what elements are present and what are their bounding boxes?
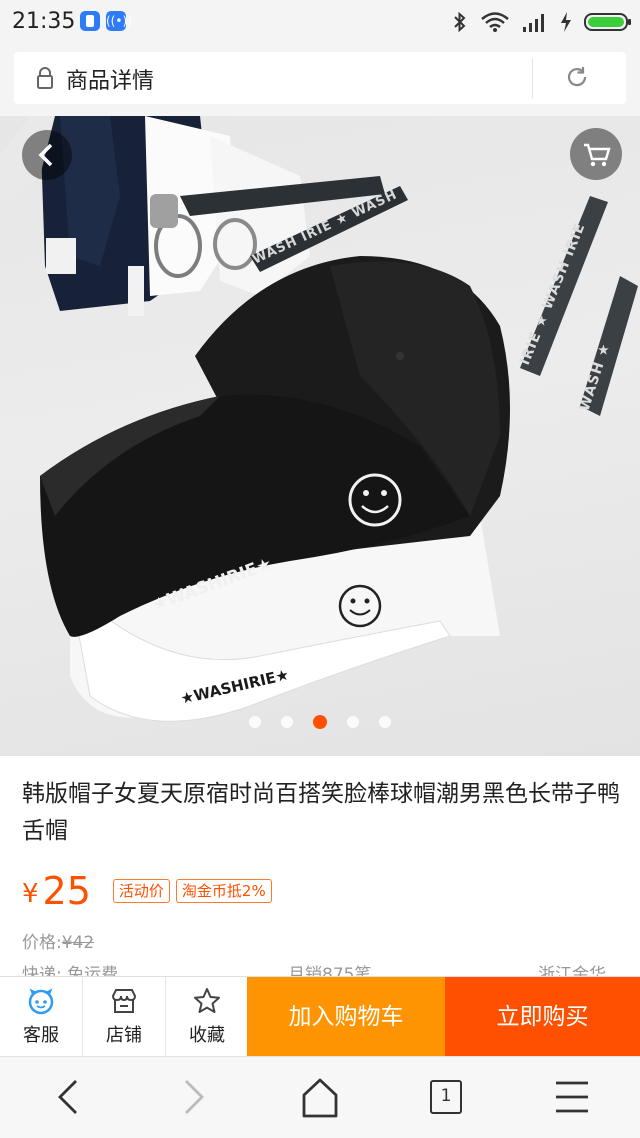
- back-button[interactable]: [22, 130, 72, 180]
- browser-nav-bar: 1: [0, 1056, 640, 1138]
- star-icon: [194, 988, 220, 1013]
- cell-signal-icon: [523, 14, 544, 32]
- promo-tag: 活动价: [112, 879, 170, 903]
- product-image-carousel[interactable]: WASH IRIE ★ WASH IRIE ★ WASH IRIE WASH ★…: [0, 116, 640, 756]
- carousel-dot[interactable]: [379, 716, 391, 728]
- cart-button[interactable]: [570, 128, 622, 180]
- app-icon: [80, 11, 100, 31]
- currency-symbol: ¥: [22, 879, 39, 909]
- address-bar: 商品详情: [0, 44, 640, 116]
- shop-icon: [111, 989, 137, 1013]
- forward-icon[interactable]: [178, 1077, 210, 1117]
- back-icon: [38, 143, 53, 167]
- wifi-icon: [481, 12, 509, 32]
- tabs-button[interactable]: 1: [430, 1080, 462, 1114]
- buy-now-button[interactable]: 立即购买: [445, 977, 640, 1057]
- carousel-indicator: [0, 712, 640, 732]
- divider: [532, 58, 533, 98]
- carousel-dot[interactable]: [347, 716, 359, 728]
- coin-tag: 淘金币抵2%: [175, 879, 272, 903]
- carousel-dot[interactable]: [249, 716, 261, 728]
- status-bar: 21:35 ((•)): [0, 0, 640, 44]
- original-price-value: ¥42: [61, 933, 95, 953]
- status-time: 21:35: [12, 9, 76, 34]
- product-photo: WASH IRIE ★ WASH IRIE ★ WASH IRIE WASH ★…: [0, 116, 638, 722]
- url-field[interactable]: 商品详情: [14, 52, 626, 104]
- carousel-dot[interactable]: [281, 716, 293, 728]
- action-bar: 客服 店铺 收藏 加入购物车 立即购买: [0, 976, 640, 1057]
- home-icon[interactable]: [300, 1077, 340, 1119]
- service-icon: [28, 988, 54, 1015]
- add-to-cart-button[interactable]: 加入购物车: [247, 977, 445, 1057]
- cart-icon: [584, 143, 611, 167]
- lock-icon: [37, 67, 53, 89]
- menu-icon[interactable]: [554, 1077, 590, 1117]
- carousel-dot-active[interactable]: [313, 715, 327, 729]
- customer-service-button[interactable]: 客服: [0, 977, 82, 1057]
- shop-label: 店铺: [106, 1025, 142, 1046]
- battery-icon: [584, 13, 631, 31]
- back-icon[interactable]: [52, 1077, 84, 1117]
- product-title: 韩版帽子女夏天原宿时尚百搭笑脸棒球帽潮男黑色长带子鸭舌帽: [22, 781, 620, 844]
- price: 25: [42, 869, 91, 913]
- price-row: ¥ 25 活动价 淘金币抵2%: [22, 866, 272, 916]
- page-title: 商品详情: [66, 69, 155, 94]
- original-price: 价格:¥42: [22, 928, 94, 953]
- service-label: 客服: [23, 1025, 59, 1046]
- charging-icon: [561, 12, 571, 32]
- signal-app-icon: ((•)): [106, 11, 132, 31]
- bluetooth-icon: [454, 11, 466, 33]
- original-price-label: 价格:: [22, 933, 62, 953]
- reload-icon[interactable]: [564, 64, 590, 90]
- shop-button[interactable]: 店铺: [83, 977, 165, 1057]
- favorite-label: 收藏: [189, 1025, 225, 1046]
- favorite-button[interactable]: 收藏: [166, 977, 248, 1057]
- svg-text:IRIE ★ WASH IRIE: IRIE ★ WASH IRIE: [517, 220, 589, 367]
